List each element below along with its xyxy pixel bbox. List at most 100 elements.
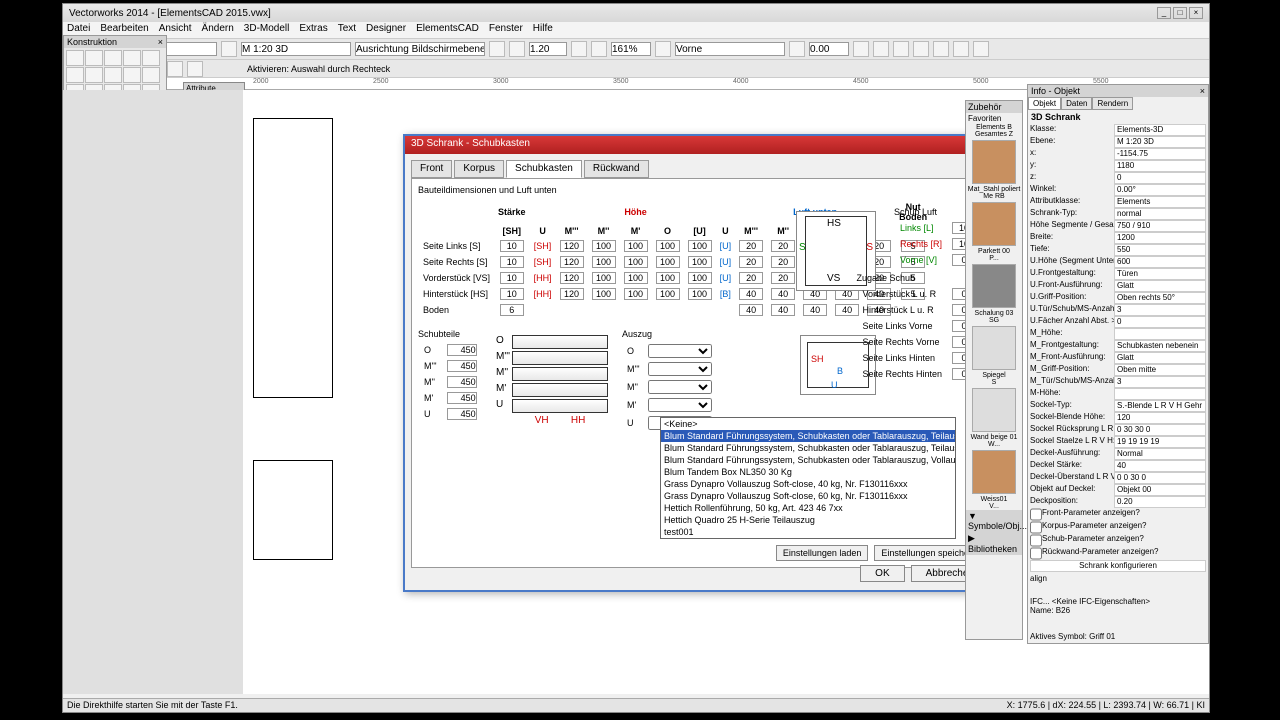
h-input[interactable] [656,288,680,300]
prop-value[interactable]: 1200 [1114,232,1206,244]
tool-c-icon[interactable] [893,41,909,57]
tab-rückwand[interactable]: Rückwand [584,160,649,178]
param-check[interactable] [1030,534,1042,547]
l-input[interactable] [739,304,763,316]
h-input[interactable] [624,272,648,284]
tool-8[interactable] [123,67,141,83]
param-check[interactable] [1030,521,1042,534]
prop-value[interactable] [1114,328,1206,340]
st-input[interactable] [500,256,524,268]
menu-3d-modell[interactable]: 3D-Modell [244,23,290,37]
ruler-val[interactable] [529,42,567,56]
prop-value[interactable]: 40 [1114,460,1206,472]
info-tab[interactable]: Daten [1061,97,1092,110]
menu-ändern[interactable]: Ändern [202,23,234,37]
schubteil-input[interactable] [447,392,477,404]
rot-field[interactable] [809,42,849,56]
prop-value[interactable]: 0.00° [1114,184,1206,196]
h-input[interactable] [656,272,680,284]
l-input[interactable] [739,240,763,252]
material-thumb[interactable] [972,326,1016,370]
tab-schubkasten[interactable]: Schubkasten [506,160,582,178]
x-v[interactable]: -1154.75 [1114,148,1206,160]
menu-hilfe[interactable]: Hilfe [533,23,553,37]
st-input[interactable] [500,288,524,300]
l-input[interactable] [771,256,795,268]
dropdown-option[interactable]: Blum Standard Führungssystem, Schubkaste… [661,442,955,454]
h-input[interactable] [624,256,648,268]
ifc-row[interactable]: IFC... <Keine IFC-Eigenschaften> [1030,597,1206,606]
h-input[interactable] [656,240,680,252]
material-thumb[interactable] [972,202,1016,246]
tool-g-icon[interactable] [973,41,989,57]
auszug-select[interactable] [648,344,712,358]
prop-value[interactable] [1114,388,1206,400]
material-thumb[interactable] [972,388,1016,432]
prop-value[interactable]: 0 [1114,316,1206,328]
prop-value[interactable]: 3 [1114,304,1206,316]
l-input[interactable] [803,304,827,316]
ok-button[interactable]: OK [860,565,904,582]
schubteil-input[interactable] [447,376,477,388]
menu-designer[interactable]: Designer [366,23,406,37]
prop-value[interactable]: 600 [1114,256,1206,268]
prop-value[interactable]: Schubkasten nebenein [1114,340,1206,352]
tool-7[interactable] [104,67,122,83]
param-check[interactable] [1030,547,1042,560]
tool-3[interactable] [123,50,141,66]
prop-value[interactable]: Türen [1114,268,1206,280]
h-input[interactable] [592,256,616,268]
prop-value[interactable]: 19 19 19 19 [1114,436,1206,448]
ruler-icon[interactable] [509,41,525,57]
tab-front[interactable]: Front [411,160,452,178]
auszug-select[interactable] [648,362,712,376]
auszug-select[interactable] [648,398,712,412]
prop-value[interactable]: Glatt [1114,352,1206,364]
h-input[interactable] [560,272,584,284]
h-input[interactable] [688,256,712,268]
info-tab[interactable]: Objekt [1028,97,1061,110]
zoomin-icon[interactable] [591,41,607,57]
prop-value[interactable]: 0 0 30 0 [1114,472,1206,484]
prop-value[interactable]: Oben mitte [1114,364,1206,376]
h-input[interactable] [592,272,616,284]
prop-value[interactable]: 3 [1114,376,1206,388]
doc-icon[interactable] [489,41,505,57]
menu-extras[interactable]: Extras [299,23,327,37]
l-input[interactable] [771,288,795,300]
load-settings-button[interactable]: Einstellungen laden [776,545,869,561]
dropdown-option[interactable]: Grass Dynapro Vollauszug Soft-close, 40 … [661,478,955,490]
tool-4[interactable] [142,50,160,66]
prop-value[interactable]: Oben rechts 50° [1114,292,1206,304]
rotate-icon[interactable] [789,41,805,57]
l-input[interactable] [739,288,763,300]
l-input[interactable] [771,240,795,252]
y-v[interactable]: 1180 [1114,160,1206,172]
dropdown-option[interactable]: Grass Dynapro Vollauszug Soft-close, 60 … [661,490,955,502]
tool-b-icon[interactable] [873,41,889,57]
prop-value[interactable]: Elements [1114,196,1206,208]
scale-combo[interactable] [241,42,351,56]
dropdown-option[interactable]: test001 [661,526,955,538]
prop-value[interactable]: normal [1114,208,1206,220]
tool-f-icon[interactable] [953,41,969,57]
h-input[interactable] [688,240,712,252]
mode7-icon[interactable] [187,61,203,77]
dropdown-option[interactable]: <Keine> [661,418,955,430]
l-input[interactable] [739,256,763,268]
prop-value[interactable]: Normal [1114,448,1206,460]
dropdown-option[interactable]: Blum Tandem Box NL350 30 Kg [661,466,955,478]
schubteil-input[interactable] [447,344,477,356]
h-input[interactable] [624,240,648,252]
close-icon[interactable]: × [1189,7,1203,19]
tool-1[interactable] [85,50,103,66]
info-close-icon[interactable]: × [1200,86,1205,96]
klasse-v[interactable]: Elements-3D [1114,124,1206,136]
param-check[interactable] [1030,508,1042,521]
tool-2[interactable] [104,50,122,66]
prop-value[interactable]: 550 [1114,244,1206,256]
prop-value[interactable]: 0 30 30 0 [1114,424,1206,436]
prop-value[interactable]: S.-Blende L R V H Gehr [1114,400,1206,412]
h-input[interactable] [656,256,680,268]
h-input[interactable] [688,288,712,300]
